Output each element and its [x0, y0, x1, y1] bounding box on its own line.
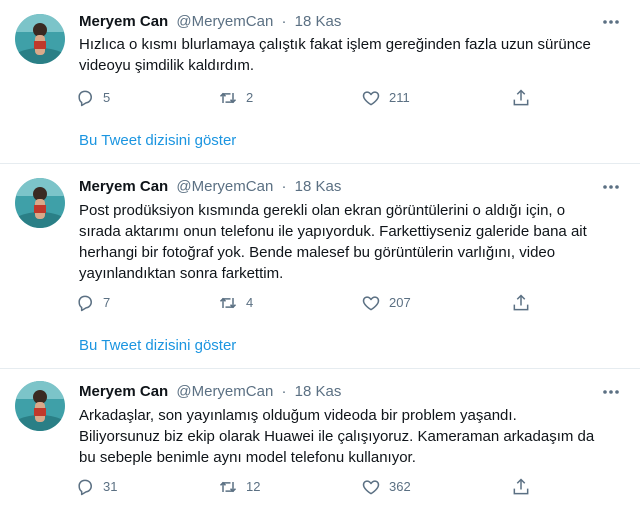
author-name[interactable]: Meryem Can: [79, 383, 168, 400]
tweet-header: Meryem Can @MeryemCan · 18 Kas: [79, 176, 341, 198]
more-icon[interactable]: [600, 11, 622, 33]
separator-dot: ·: [281, 383, 287, 400]
retweet-icon: [219, 297, 237, 309]
retweet-button[interactable]: 12: [218, 475, 260, 499]
reply-count: 31: [103, 479, 118, 494]
like-count: 211: [389, 90, 410, 105]
retweet-count: 2: [246, 90, 254, 105]
tweet-text: Arkadaşlar, son yayınlamış olduğum video…: [79, 407, 595, 466]
retweet-count: 4: [246, 295, 254, 310]
reply-button[interactable]: 7: [75, 291, 110, 315]
like-button[interactable]: 362: [361, 475, 411, 499]
show-thread-link[interactable]: Bu Tweet dizisini göster: [79, 131, 236, 151]
retweet-button[interactable]: 4: [218, 291, 253, 315]
separator-dot: ·: [281, 13, 287, 30]
tweet[interactable]: Meryem Can @MeryemCan · 18 Kas Hızlıca o…: [0, 0, 640, 163]
like-icon: [362, 91, 380, 106]
more-icon[interactable]: [600, 176, 622, 198]
tweet-text: Hızlıca o kısmı blurlamaya çalıştık faka…: [79, 36, 591, 74]
tweet-actions: 31 12 362: [75, 475, 535, 499]
tweet-date[interactable]: 18 Kas: [295, 13, 342, 30]
avatar[interactable]: [15, 178, 65, 228]
reply-icon: [78, 90, 92, 107]
reply-count: 7: [103, 295, 111, 310]
author-name[interactable]: Meryem Can: [79, 178, 168, 195]
like-icon: [362, 296, 380, 311]
avatar[interactable]: [15, 14, 65, 64]
separator-dot: ·: [281, 178, 287, 195]
like-button[interactable]: 207: [361, 291, 411, 315]
reply-icon: [78, 295, 92, 312]
share-button[interactable]: [511, 86, 539, 110]
tweet-date[interactable]: 18 Kas: [295, 178, 342, 195]
reply-button[interactable]: 5: [75, 86, 110, 110]
tweet[interactable]: Meryem Can @MeryemCan · 18 Kas Arkadaşla…: [0, 369, 640, 519]
tweet[interactable]: Meryem Can @MeryemCan · 18 Kas Post prod…: [0, 164, 640, 368]
share-icon: [513, 478, 529, 495]
retweet-icon: [219, 481, 237, 493]
show-thread-link[interactable]: Bu Tweet dizisini göster: [79, 336, 236, 356]
retweet-count: 12: [246, 479, 261, 494]
like-icon: [362, 480, 380, 495]
tweet-header: Meryem Can @MeryemCan · 18 Kas: [79, 381, 341, 403]
tweet-header: Meryem Can @MeryemCan · 18 Kas: [79, 11, 341, 33]
share-icon: [513, 294, 529, 311]
tweet-text: Post prodüksiyon kısmında gerekli olan e…: [79, 202, 587, 282]
like-count: 207: [389, 295, 411, 310]
share-button[interactable]: [511, 475, 539, 499]
tweet-actions: 7 4 207: [75, 291, 535, 315]
avatar[interactable]: [15, 381, 65, 431]
author-handle[interactable]: @MeryemCan: [176, 13, 273, 30]
like-count: 362: [389, 479, 411, 494]
retweet-icon: [219, 92, 237, 104]
reply-count: 5: [103, 90, 111, 105]
like-button[interactable]: 211: [361, 86, 410, 110]
tweet-date[interactable]: 18 Kas: [295, 383, 342, 400]
share-icon: [513, 89, 529, 106]
retweet-button[interactable]: 2: [218, 86, 253, 110]
author-handle[interactable]: @MeryemCan: [176, 178, 273, 195]
more-icon[interactable]: [600, 381, 622, 403]
share-button[interactable]: [511, 291, 539, 315]
reply-button[interactable]: 31: [75, 475, 117, 499]
author-name[interactable]: Meryem Can: [79, 13, 168, 30]
reply-icon: [78, 479, 92, 496]
tweet-actions: 5 2 211: [75, 86, 535, 110]
author-handle[interactable]: @MeryemCan: [176, 383, 273, 400]
